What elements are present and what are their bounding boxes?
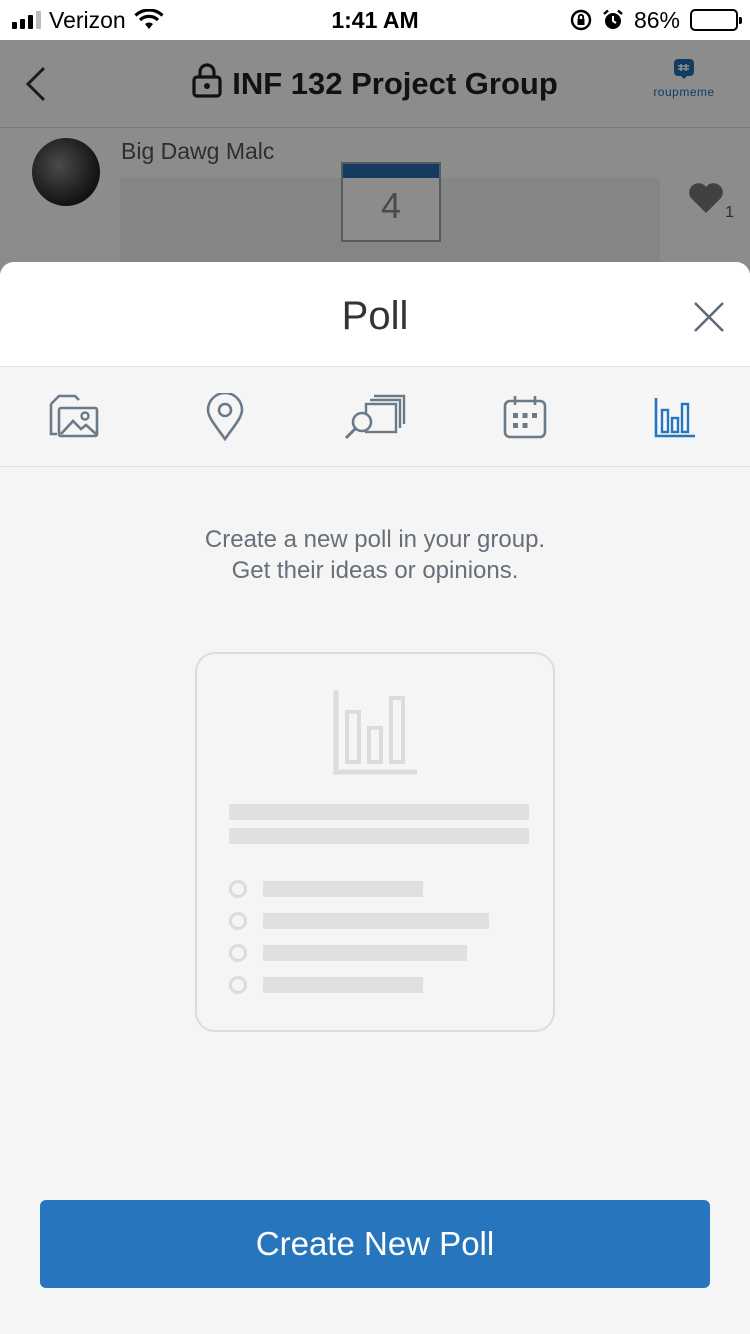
attachment-tabs: [0, 367, 750, 467]
description-line-1: Create a new poll in your group.: [204, 526, 546, 553]
tab-gallery[interactable]: [0, 367, 150, 466]
orientation-lock-icon: [570, 9, 592, 31]
radio-placeholder-icon: [229, 880, 247, 898]
battery-percent: 86%: [633, 6, 680, 33]
location-pin-icon: [206, 392, 244, 441]
alarm-icon: [603, 9, 623, 29]
placeholder-option: [229, 880, 423, 898]
placeholder-question-line: [229, 828, 529, 844]
placeholder-question-line: [229, 804, 529, 820]
status-bar: Verizon 1:41 AM 86%: [0, 0, 750, 40]
status-right: 86%: [570, 0, 742, 40]
poll-chart-icon: [654, 397, 695, 437]
calendar-icon: [503, 395, 547, 438]
battery-icon: [690, 9, 742, 31]
radio-placeholder-icon: [229, 976, 247, 994]
radio-placeholder-icon: [229, 944, 247, 962]
tab-location[interactable]: [150, 367, 300, 466]
tab-poll[interactable]: [600, 367, 750, 466]
search-cards-icon: [344, 394, 406, 439]
sheet-header: Poll: [0, 262, 750, 367]
placeholder-option: [229, 912, 489, 930]
tab-search[interactable]: [300, 367, 450, 466]
modal-overlay[interactable]: [0, 40, 750, 300]
create-new-poll-button[interactable]: Create New Poll: [40, 1200, 710, 1288]
bar-chart-illustration-icon: [333, 690, 417, 775]
close-icon[interactable]: [692, 300, 726, 334]
poll-sheet: Poll Create a new poll in your group. Ge…: [0, 262, 750, 1334]
gallery-icon: [49, 394, 99, 437]
tab-calendar[interactable]: [450, 367, 600, 466]
poll-illustration: [195, 652, 555, 1032]
poll-description: Create a new poll in your group. Get the…: [0, 524, 750, 586]
sheet-title: Poll: [341, 294, 409, 338]
placeholder-option: [229, 944, 467, 962]
radio-placeholder-icon: [229, 912, 247, 930]
placeholder-option: [229, 976, 423, 994]
description-line-2: Get their ideas or opinions.: [231, 557, 519, 584]
